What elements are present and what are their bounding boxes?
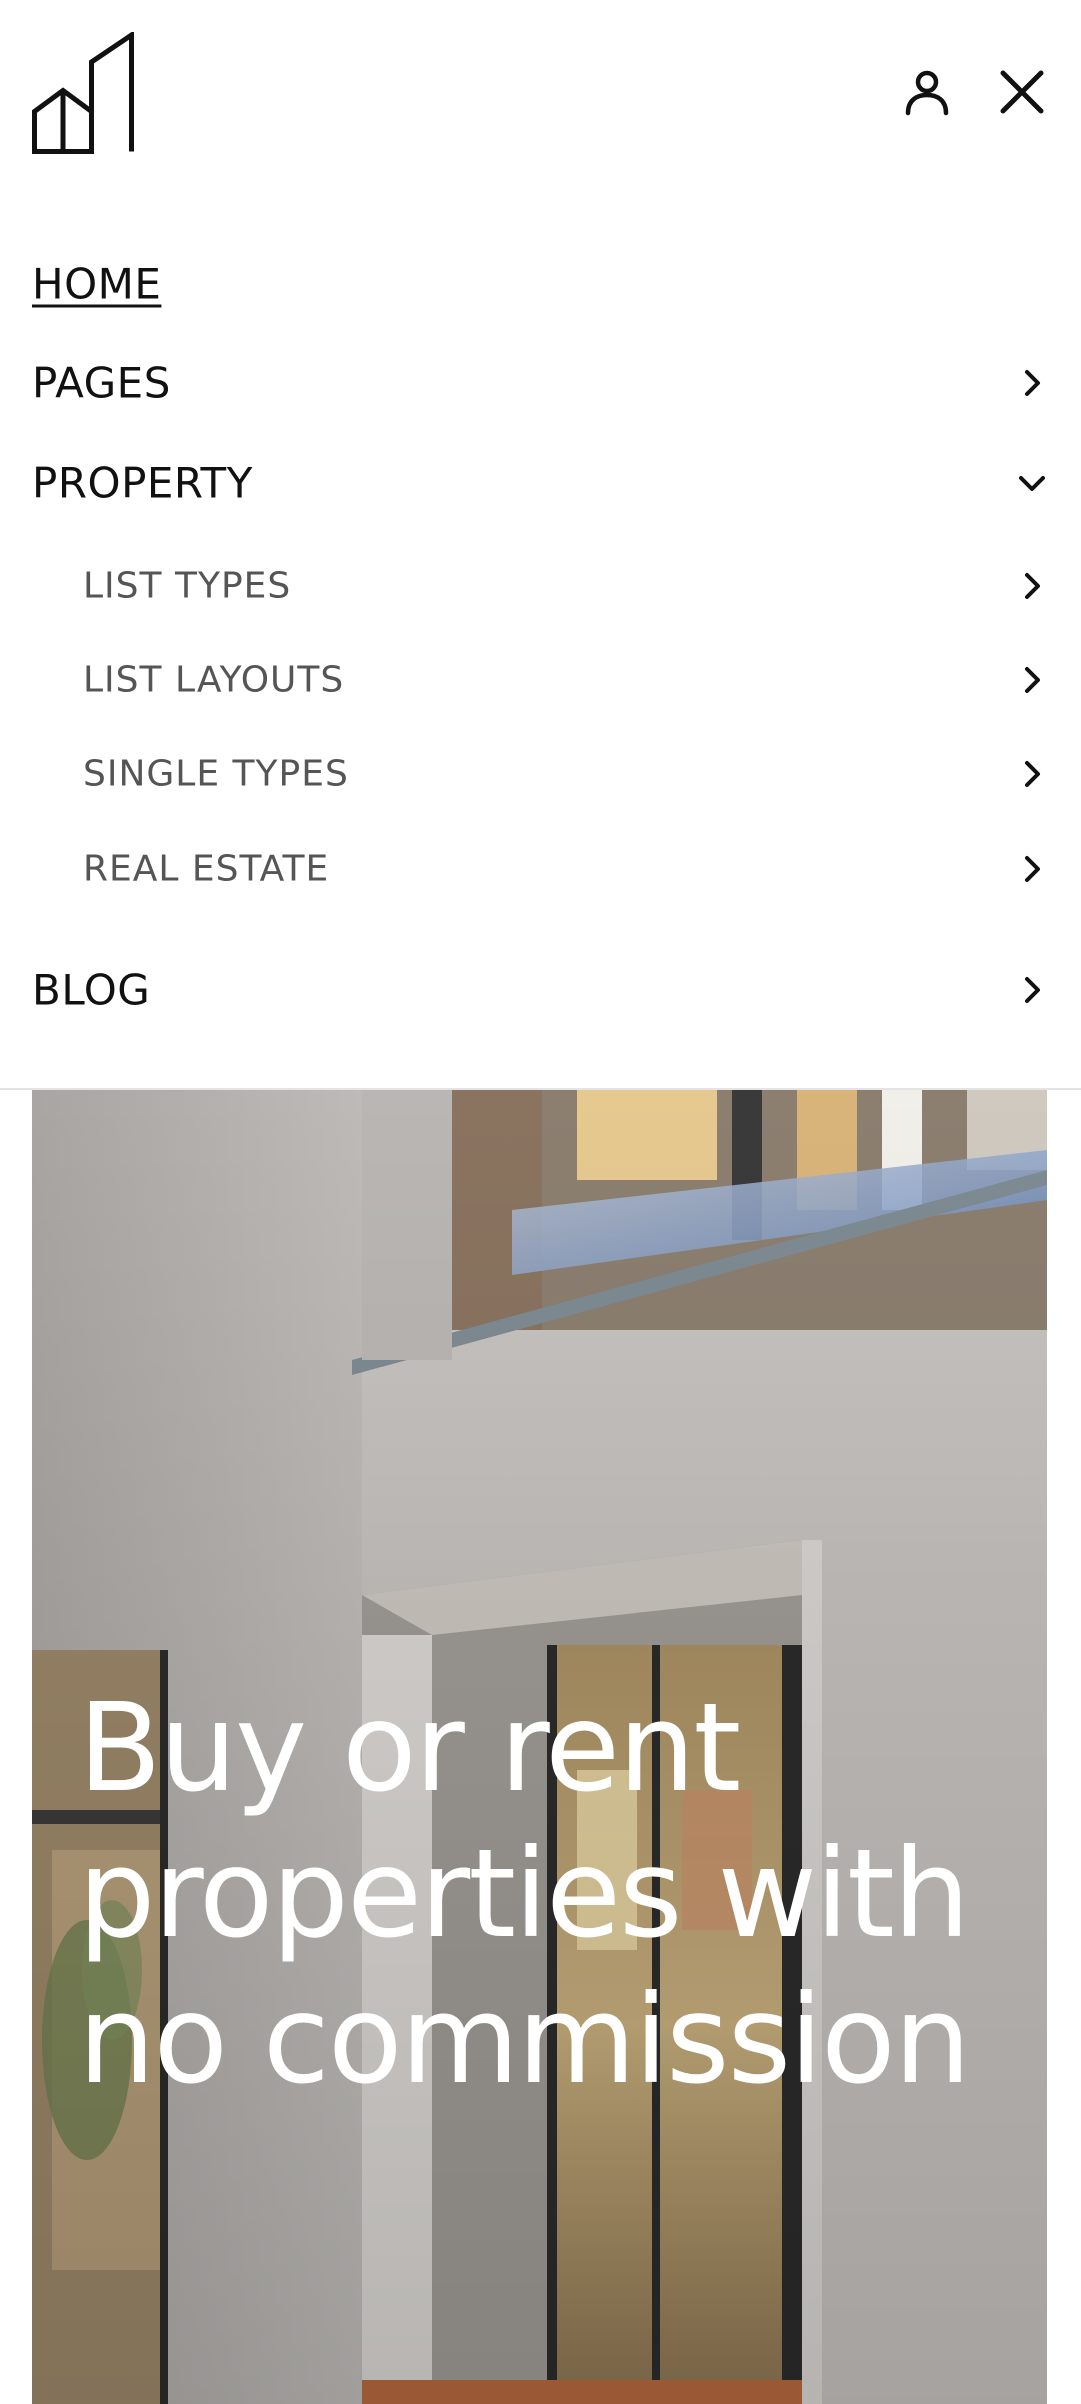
- hero-headline: Buy or rent properties with no commissio…: [78, 1677, 971, 2111]
- account-button[interactable]: [895, 60, 959, 124]
- menu-item-home[interactable]: HOME: [0, 244, 1081, 324]
- menu-item-blog[interactable]: BLOG: [0, 950, 1081, 1030]
- chevron-right-icon[interactable]: [1016, 853, 1048, 885]
- chevron-right-icon[interactable]: [1016, 664, 1048, 696]
- submenu-item-label: LIST LAYOUTS: [83, 659, 345, 701]
- submenu-item-label: LIST TYPES: [83, 565, 292, 607]
- close-menu-button[interactable]: [990, 60, 1054, 124]
- building-logo-icon[interactable]: [32, 32, 134, 154]
- mobile-nav-page: HOME PAGES PROPERTY LIST TYPES LIST LAYO…: [0, 0, 1081, 2404]
- menu-item-label: PROPERTY: [32, 458, 253, 508]
- close-icon: [1000, 70, 1044, 114]
- menu-item-pages[interactable]: PAGES: [0, 343, 1081, 423]
- menu-item-property[interactable]: PROPERTY: [0, 443, 1081, 523]
- submenu-item-label: SINGLE TYPES: [83, 753, 349, 795]
- submenu-item-single-types[interactable]: SINGLE TYPES: [0, 734, 1081, 814]
- chevron-right-icon[interactable]: [1016, 758, 1048, 790]
- submenu-item-list-types[interactable]: LIST TYPES: [0, 546, 1081, 626]
- menu-item-label: PAGES: [32, 358, 171, 408]
- submenu-item-real-estate[interactable]: REAL ESTATE: [0, 829, 1081, 909]
- menu-item-label: BLOG: [32, 965, 151, 1015]
- chevron-right-icon[interactable]: [1016, 570, 1048, 602]
- chevron-down-icon[interactable]: [1016, 467, 1048, 499]
- chevron-right-icon[interactable]: [1016, 367, 1048, 399]
- submenu-item-label: REAL ESTATE: [83, 848, 330, 890]
- hero-banner: Buy or rent properties with no commissio…: [32, 1090, 1047, 2404]
- submenu-item-list-layouts[interactable]: LIST LAYOUTS: [0, 640, 1081, 720]
- user-icon: [905, 70, 949, 116]
- chevron-right-icon[interactable]: [1016, 974, 1048, 1006]
- menu-item-label: HOME: [32, 259, 162, 309]
